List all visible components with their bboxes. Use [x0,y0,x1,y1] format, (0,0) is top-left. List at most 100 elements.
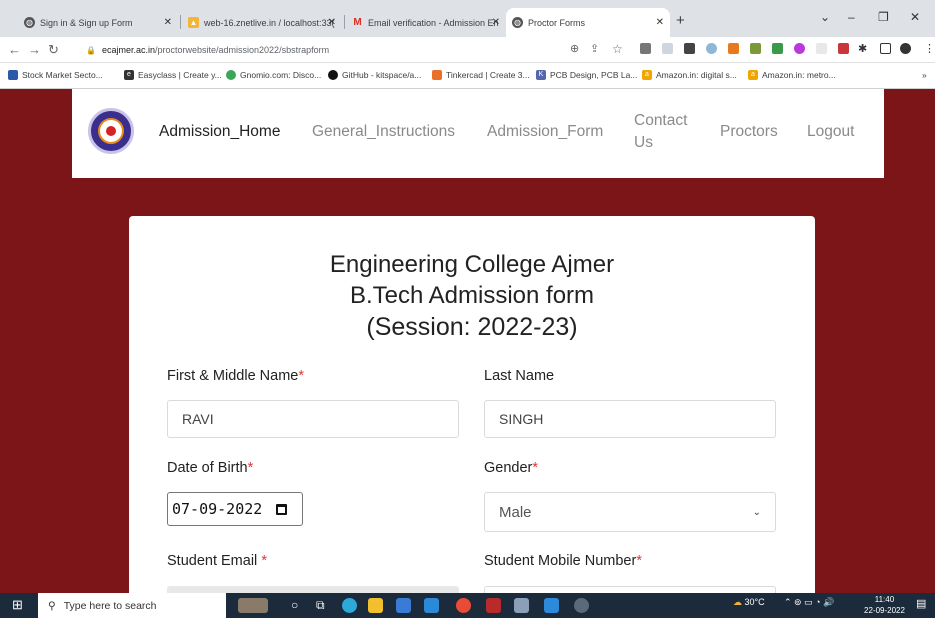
logo-dot [106,126,116,136]
system-tray-icons[interactable]: ⌃ ⊚ ▭ ◔ 🔊 [784,597,834,608]
college-logo[interactable] [88,108,134,154]
bookmark-favicon-icon [226,70,236,80]
windows-start-icon[interactable]: ⊞ [12,597,23,613]
bookmark-item[interactable]: e Easyclass | Create y... [124,70,222,80]
url-path: /proctorwebsite/admission2022/sbstrapfor… [155,45,330,55]
close-tab-icon[interactable]: ✕ [492,17,500,28]
mail-icon[interactable] [424,598,439,613]
extension-icon[interactable] [794,43,805,54]
extension-icon[interactable] [706,43,717,54]
dob-date-input[interactable]: 07-09-2022 [167,492,303,526]
task-view-icon[interactable]: ⧉ [316,598,325,613]
extension-icon[interactable] [662,43,673,54]
new-tab-button[interactable]: + [676,12,685,29]
weather-icon: ☁ [733,597,742,607]
extension-icon[interactable] [684,43,695,54]
vscode-icon[interactable] [544,598,559,613]
bookmark-item[interactable]: Tinkercad | Create 3... [432,70,530,80]
file-explorer-icon[interactable] [368,598,383,613]
bookmark-item[interactable]: GitHub - kitspace/a... [328,70,421,80]
more-menu-icon[interactable]: ⋮ [924,42,935,55]
reload-icon[interactable]: ↻ [48,42,59,58]
taskbar-search-box[interactable]: ⚲ Type here to search [38,593,226,618]
bookmark-star-icon[interactable]: ☆ [612,42,623,56]
amazon-icon: a [642,70,652,80]
nav-logout[interactable]: Logout [807,123,854,141]
nav-proctors[interactable]: Proctors [720,123,778,141]
bookmark-item[interactable]: Stock Market Secto... [8,70,103,80]
tab-title: Email verification - Admission En [368,17,499,28]
tab-gmail[interactable]: M Email verification - Admission En ✕ [346,8,506,37]
zoom-icon[interactable]: ⊕ [570,42,579,55]
close-tab-icon[interactable]: ✕ [656,17,664,28]
puzzle-icon[interactable]: ✱ [858,42,867,55]
chrome-icon[interactable] [456,598,471,613]
tab-sign-in[interactable]: ◍ Sign in & Sign up Form ✕ [18,8,178,37]
close-window-button[interactable]: ✕ [910,10,920,24]
clock-date: 22-09-2022 [864,606,905,615]
required-marker: * [636,553,642,569]
cortana-icon[interactable]: ○ [291,598,298,612]
profile-avatar[interactable] [900,43,911,54]
sidebar-icon[interactable] [880,43,891,54]
url-input[interactable]: 🔒 ecajmer.ac.in /proctorwebsite/admissio… [86,40,626,60]
address-bar-row: ← → ↻ 🔒 ecajmer.ac.in /proctorwebsite/ad… [0,37,935,63]
extension-icon[interactable] [772,43,783,54]
extension-icon[interactable] [838,43,849,54]
store-icon[interactable] [396,598,411,613]
globe-icon: ◍ [512,17,523,28]
minimize-button[interactable]: – [848,10,855,24]
bookmark-item[interactable]: a Amazon.in: digital s... [642,70,737,80]
close-tab-icon[interactable]: ✕ [164,17,172,28]
bookmark-item[interactable]: K PCB Design, PCB La... [536,70,637,80]
close-tab-icon[interactable]: ✕ [328,17,336,28]
extension-icon[interactable] [750,43,761,54]
last-name-label: Last Name [484,368,555,384]
weather-widget[interactable]: ☁ 30°C [733,597,765,608]
maximize-button[interactable]: ❐ [878,10,889,24]
taskbar-clock[interactable]: 11:40 22-09-2022 [864,594,905,616]
admission-form-card: Engineering College Ajmer B.Tech Admissi… [129,216,815,618]
forward-arrow-icon[interactable]: → [28,42,41,57]
app-icon[interactable] [574,598,589,613]
tab-title: Sign in & Sign up Form [40,17,133,28]
tab-proctor-forms[interactable]: ◍ Proctor Forms ✕ [506,8,670,37]
required-marker: * [532,460,539,476]
bookmark-favicon-icon: K [536,70,546,80]
calendar-icon[interactable] [276,503,288,515]
filezilla-icon[interactable] [486,598,501,613]
tab-phpmyadmin[interactable]: ▲ web-16.znetlive.in / localhost:33( ✕ [182,8,342,37]
gender-selected-value: Male [499,503,532,521]
site-navbar: Admission_Home General_Instructions Admi… [72,89,884,178]
more-bookmarks-button[interactable]: » [922,70,927,80]
tab-search-dropdown-icon[interactable]: ⌄ [820,10,830,24]
gmail-icon: M [353,17,362,28]
tinkercad-icon [432,70,442,80]
tab-title: web-16.znetlive.in / localhost:33( [204,17,335,28]
bookmark-item[interactable]: Gnomio.com: Disco... [226,70,321,80]
last-name-input[interactable]: SINGH [484,400,776,438]
gender-select[interactable]: Male ⌄ [484,492,776,532]
notepad-icon[interactable] [514,598,529,613]
extension-icon[interactable] [640,43,651,54]
extension-icon[interactable] [728,43,739,54]
student-mobile-label: Student Mobile Number* [484,553,642,569]
search-highlight-icon[interactable] [238,598,268,613]
nav-admission-form[interactable]: Admission_Form [487,123,603,141]
nav-admission-home[interactable]: Admission_Home [159,123,280,141]
first-name-input[interactable]: RAVI [167,400,459,438]
tab-separator [180,15,181,29]
student-email-label: Student Email * [167,553,267,569]
edge-icon[interactable] [342,598,357,613]
extension-icon[interactable] [816,43,827,54]
bookmark-item[interactable]: a Amazon.in: metro... [748,70,836,80]
required-marker: * [261,553,267,569]
share-icon[interactable]: ⇪ [590,42,599,55]
notifications-icon[interactable]: ▤ [916,597,926,610]
dob-value: 07-09-2022 [172,500,263,518]
nav-contact-us[interactable]: Contact Us [634,110,696,154]
form-title-program: B.Tech Admission form [349,282,595,309]
back-arrow-icon[interactable]: ← [8,42,21,57]
nav-general-instructions[interactable]: General_Instructions [312,123,455,141]
windows-taskbar: ⊞ ⚲ Type here to search ○ ⧉ ☁ 30°C ⌃ ⊚ ▭… [0,593,935,618]
